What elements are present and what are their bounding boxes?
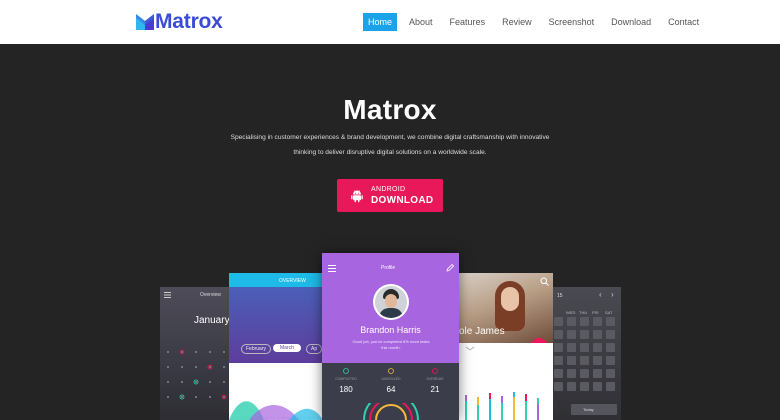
- chip-april[interactable]: Ap: [306, 344, 323, 354]
- profile-name: ole James: [459, 326, 505, 337]
- chip-february[interactable]: February: [241, 344, 272, 354]
- today-row[interactable]: [571, 404, 617, 415]
- profile-name: Brandon Harris: [360, 325, 421, 335]
- portrait-face: [501, 287, 519, 311]
- wave-chart-svg: [229, 401, 323, 420]
- android-icon: [351, 190, 363, 203]
- menu-icon: [164, 292, 171, 298]
- weekday-wed: WED: [566, 310, 576, 315]
- chip-march[interactable]: March: [273, 344, 301, 352]
- stat-completed-value: 180: [339, 385, 353, 394]
- calendar-grid: [554, 317, 615, 391]
- phone-screen-profile: Profile Brandon Harris Good job, you've …: [322, 253, 459, 420]
- wave-chart: [229, 385, 323, 420]
- stat-overdue-label: OVERDUE: [426, 377, 444, 381]
- avatar[interactable]: [375, 286, 407, 318]
- stat-unsolved-value: 64: [386, 385, 396, 394]
- weekday-fri: FRI: [592, 310, 599, 315]
- profile-blurb: Good job, you've completed 8% more tasks…: [352, 339, 430, 350]
- brand-name: Matrox: [155, 10, 223, 33]
- nav-item-screenshot[interactable]: Screenshot: [544, 13, 600, 31]
- phone-screen-overview-dark: Overview January: [160, 287, 230, 420]
- phone-screen-profile-photo: ole James New: [459, 273, 553, 420]
- nav-item-about[interactable]: About: [404, 13, 438, 31]
- search-icon[interactable]: [540, 277, 549, 286]
- weekday-sat: SAT: [605, 310, 613, 315]
- download-button-label: DOWNLOAD: [371, 195, 434, 206]
- weekday-thu: THU: [579, 310, 588, 315]
- screen-topbar: [229, 273, 323, 287]
- stat-completed-label: COMPLETED: [335, 377, 357, 381]
- stat-unsolved-label: UNSOLVED: [381, 377, 401, 381]
- phone-screen-calendar: 15 ‹ › WED THU FRI SAT Today: [553, 287, 621, 420]
- nav-item-contact[interactable]: Contact: [663, 13, 704, 31]
- dot-grid-chart: [167, 349, 227, 400]
- bar-chart: [465, 392, 539, 420]
- nav-item-download[interactable]: Download: [606, 13, 656, 31]
- android-download-button[interactable]: ANDROID DOWNLOAD: [337, 179, 443, 212]
- download-button-platform: ANDROID: [371, 186, 406, 193]
- chevron-right-icon[interactable]: ›: [611, 290, 614, 299]
- avatar-shirt: [379, 308, 403, 318]
- chevron-left-icon[interactable]: ‹: [599, 290, 602, 299]
- stat-overdue-value: 21: [430, 385, 440, 394]
- hero-title: Matrox: [343, 94, 437, 125]
- edit-icon[interactable]: [446, 264, 454, 272]
- progress-arc: [363, 403, 419, 420]
- calendar-header: 15: [557, 293, 563, 299]
- main-menu: Home About Features Review Screenshot Do…: [363, 13, 711, 31]
- chevron-down-icon[interactable]: [465, 346, 475, 351]
- menu-icon[interactable]: [328, 265, 336, 272]
- hero-subtitle: Specialising in customer experiences & b…: [230, 134, 550, 156]
- stats-markers: [343, 368, 438, 374]
- logo-mark-icon: [136, 14, 154, 30]
- phone-screen-overview: OVERVIEW February March Ap 26 Unsolved 7…: [229, 273, 323, 420]
- hero-section: Matrox Specialising in customer experien…: [0, 44, 780, 420]
- brand-logo[interactable]: Matrox: [136, 10, 223, 34]
- screen-header: Overview: [200, 292, 221, 298]
- nav-item-review[interactable]: Review: [497, 13, 537, 31]
- avatar-face: [385, 294, 397, 308]
- month-label: January: [194, 315, 230, 326]
- screen-header: Profile: [381, 265, 396, 271]
- today-label: Today: [583, 407, 594, 412]
- screen-header: OVERVIEW: [279, 278, 306, 284]
- navbar: Matrox Home About Features Review Screen…: [0, 0, 780, 44]
- nav-item-features[interactable]: Features: [445, 13, 491, 31]
- nav-item-home[interactable]: Home: [363, 13, 398, 31]
